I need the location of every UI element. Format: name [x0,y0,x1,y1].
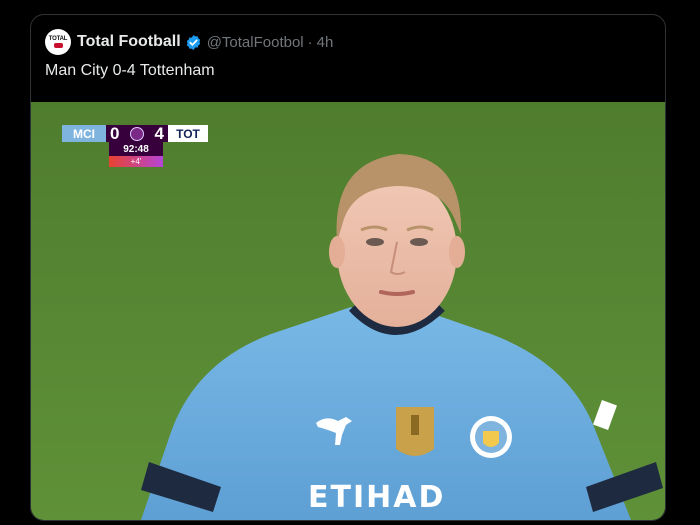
man-city-crest-icon [470,416,512,458]
tweet-media-image[interactable]: ETIHAD MCI 0 4 TOT 92:48 +4' [31,102,665,520]
premier-league-lion-icon [130,126,144,141]
tweet-header: TOTAL Total Football @TotalFootbol · 4h [45,29,333,55]
kit-sponsor-text: ETIHAD [308,480,446,515]
fifa-badge-icon [396,407,434,456]
avatar[interactable]: TOTAL [45,29,71,55]
avatar-logo-text: TOTAL [48,36,68,42]
scoreboard-overlay: MCI 0 4 TOT 92:48 +4' [62,123,212,171]
away-score: 4 [154,123,164,143]
tweet-text: Man City 0-4 Tottenham [45,62,215,79]
author-name[interactable]: Total Football [77,33,181,51]
tweet-timestamp[interactable]: 4h [317,34,334,51]
added-time: +4' [109,156,163,167]
author-handle[interactable]: @TotalFootbol [207,34,304,51]
home-team-abbr: MCI [62,125,106,142]
verified-badge-icon [186,34,200,50]
avatar-logo-mark [53,43,63,48]
score-box: 0 4 [106,123,168,143]
tweet-card[interactable]: TOTAL Total Football @TotalFootbol · 4h … [30,14,666,521]
home-score: 0 [110,123,120,143]
away-team-abbr: TOT [168,125,208,142]
match-clock: 92:48 [109,142,163,156]
meta-separator: · [307,33,313,51]
